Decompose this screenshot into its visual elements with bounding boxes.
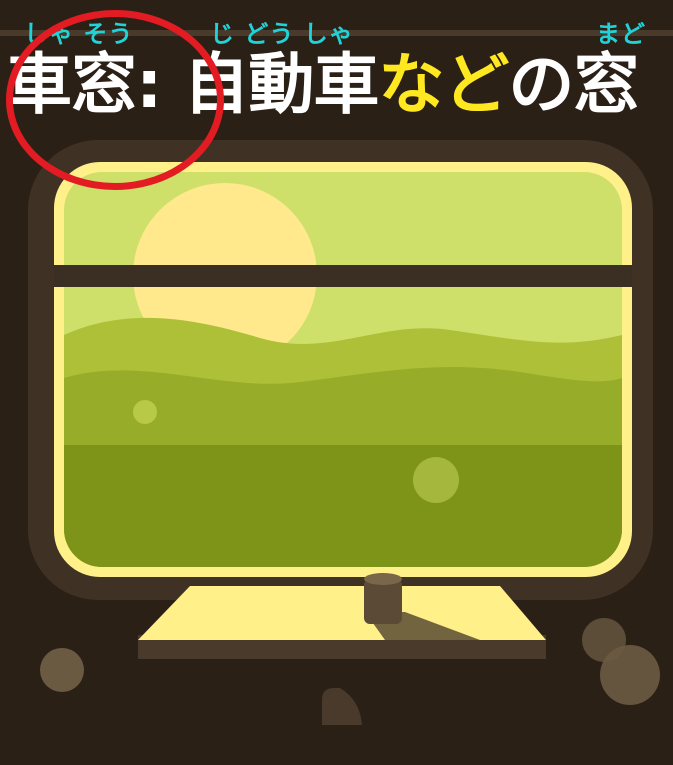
title-part3: の窓 (508, 46, 639, 123)
table-top (138, 586, 546, 640)
window-scenery (64, 172, 622, 567)
window-crossbar (54, 265, 632, 287)
ruby-jidousha: じ どう しゃ (210, 20, 354, 48)
cup-holder-rim (364, 573, 402, 585)
bubble-small (133, 400, 157, 424)
bokeh-circle (600, 645, 660, 705)
highlight-circle (6, 10, 224, 190)
bubble-large (413, 457, 459, 503)
ruby-mado: まど (596, 20, 646, 48)
bokeh-circle (40, 648, 84, 692)
cup-holder-icon (364, 579, 402, 624)
title-highlight: など (378, 46, 509, 123)
ground (64, 445, 622, 567)
